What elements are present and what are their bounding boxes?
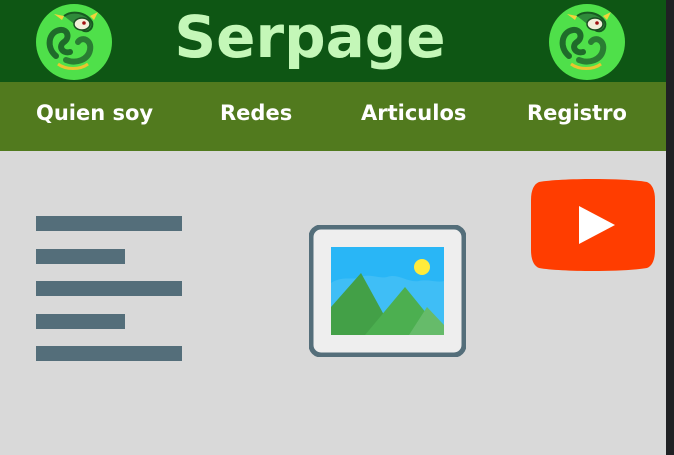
- youtube-icon[interactable]: [531, 178, 655, 276]
- snake-logo-graphic: [46, 11, 98, 70]
- snake-logo-icon[interactable]: [36, 4, 112, 80]
- nav-item-articulos[interactable]: Articulos: [361, 82, 466, 151]
- snake-logo-graphic: [559, 11, 611, 70]
- text-lines-icon[interactable]: [36, 216, 182, 366]
- page: Serpage Quien soy Redes Articulos Regist…: [0, 0, 666, 455]
- snake-logo-icon[interactable]: [549, 4, 625, 80]
- nav-item-redes[interactable]: Redes: [220, 82, 292, 151]
- text-lines-graphic: [36, 216, 182, 361]
- image-graphic: [308, 224, 467, 358]
- nav-item-quien-soy[interactable]: Quien soy: [36, 82, 153, 151]
- youtube-graphic: [531, 179, 655, 271]
- nav-item-registro[interactable]: Registro: [527, 82, 627, 151]
- image-icon[interactable]: [308, 224, 467, 361]
- main-nav: Quien soy Redes Articulos Registro: [0, 82, 666, 151]
- site-header: Serpage: [0, 0, 666, 82]
- site-title: Serpage: [174, 3, 446, 71]
